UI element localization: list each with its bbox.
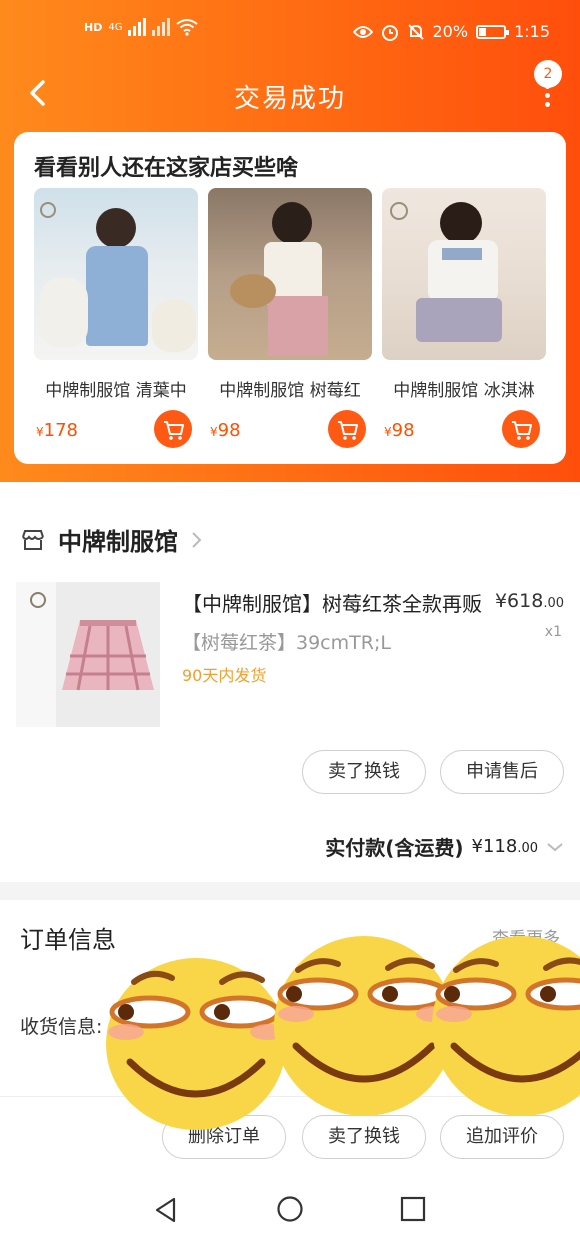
shipping-note: 90天内发货 [182, 666, 267, 685]
paid-amount: ¥118.00 [471, 836, 539, 857]
recommend-price: ¥98 [384, 420, 415, 441]
order-item-section: 中牌制服馆 【中牌制服馆】树莓红茶全款再贩 ¥618.00 x1 【树莓红茶】3… [0, 482, 580, 882]
wifi-icon [176, 19, 199, 36]
recommend-price: ¥178 [36, 420, 78, 441]
add-to-cart-button[interactable] [328, 410, 366, 448]
recommend-name: 中牌制服馆 树莓红 [219, 381, 361, 401]
address-label: 收货信息: [20, 1016, 103, 1038]
page-title: 交易成功 [233, 84, 346, 114]
shop-header[interactable]: 中牌制服馆 [20, 522, 204, 557]
chevron-right-icon [192, 531, 202, 548]
paid-amount-row: 实付款(含运费) ¥118.00 [325, 832, 564, 861]
mute-bell-icon [407, 23, 424, 40]
hd-label: HD [84, 20, 103, 34]
product-title[interactable]: 【中牌制服馆】树莓红茶全款再贩 [182, 588, 488, 617]
signal-icon [128, 18, 147, 36]
product-image[interactable] [382, 188, 546, 360]
nav-back-icon[interactable] [152, 1196, 180, 1224]
store-icon [22, 529, 44, 550]
cart-icon [338, 421, 358, 440]
clock-time: 1:15 [514, 22, 550, 41]
sell-exchange-button[interactable]: 卖了换钱 [302, 750, 426, 794]
top-nav: 交易成功 2 [0, 60, 580, 124]
cart-icon [512, 421, 532, 440]
battery-icon [476, 24, 510, 39]
add-to-cart-button[interactable] [154, 410, 192, 448]
alarm-icon [381, 24, 398, 41]
recommend-card: 看看别人还在这家店买些啥 中牌制服馆 清葉中 ¥178 中牌制服馆 树莓红 ¥9… [14, 132, 566, 464]
recommend-name: 中牌制服馆 清葉中 [45, 381, 187, 401]
net-type-label: 4G [108, 21, 123, 33]
recommend-item[interactable]: 中牌制服馆 冰淇淋 ¥98 [382, 188, 546, 448]
shop-name[interactable]: 中牌制服馆 [58, 522, 178, 557]
battery-percent: 20% [432, 22, 469, 41]
recommend-price: ¥98 [210, 420, 241, 441]
order-info-title: 订单信息 [20, 926, 116, 954]
nav-recents-icon[interactable] [400, 1196, 426, 1222]
signal-icon-2 [152, 18, 171, 36]
skirt-image [62, 620, 154, 691]
recommend-title: 看看别人还在这家店买些啥 [34, 156, 299, 181]
system-nav-bar [0, 1182, 580, 1241]
product-sku: 【树莓红茶】39cmTR;L [182, 632, 391, 654]
chevron-down-icon[interactable] [546, 841, 564, 853]
status-bar: HD 4G 20% 1:15 [0, 14, 580, 54]
recommend-item[interactable]: 中牌制服馆 树莓红 ¥98 [208, 188, 372, 448]
eye-icon [352, 25, 373, 38]
cart-icon [164, 421, 184, 440]
add-review-button[interactable]: 追加评价 [440, 1115, 564, 1159]
nav-home-icon[interactable] [276, 1195, 304, 1223]
after-sale-button[interactable]: 申请售后 [440, 750, 564, 794]
sell-exchange-button[interactable]: 卖了换钱 [302, 1115, 426, 1159]
product-thumbnail[interactable] [16, 582, 160, 727]
recommend-name: 中牌制服馆 冰淇淋 [393, 381, 535, 401]
status-left: HD 4G [84, 18, 199, 36]
add-to-cart-button[interactable] [502, 410, 540, 448]
product-image[interactable] [208, 188, 372, 360]
product-quantity: x1 [544, 624, 562, 640]
recommend-item[interactable]: 中牌制服馆 清葉中 ¥178 [34, 188, 198, 448]
status-right: 20% 1:15 [352, 22, 550, 41]
product-price: ¥618.00 [494, 590, 564, 612]
emoji-face-sticker [106, 958, 286, 1130]
paid-label: 实付款(含运费) [325, 836, 464, 860]
emoji-face-sticker [432, 936, 580, 1116]
product-image[interactable] [34, 188, 198, 360]
notification-badge: 2 [534, 60, 562, 88]
